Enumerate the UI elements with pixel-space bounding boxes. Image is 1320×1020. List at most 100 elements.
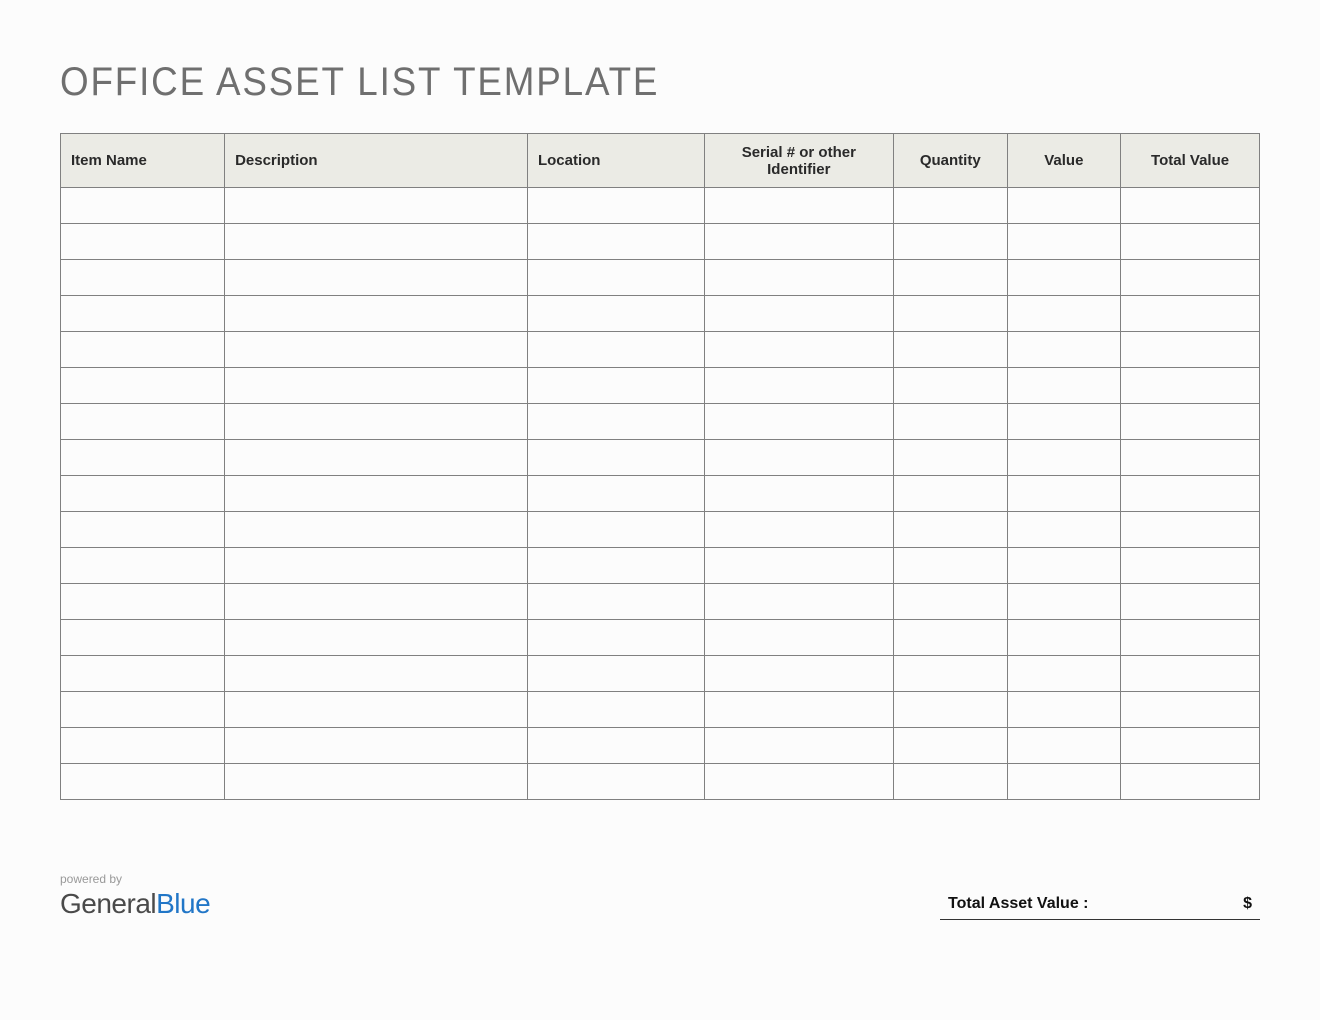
table-cell[interactable] [1007,620,1121,656]
table-cell[interactable] [61,260,225,296]
table-cell[interactable] [527,476,704,512]
table-cell[interactable] [1007,296,1121,332]
table-cell[interactable] [704,260,893,296]
table-cell[interactable] [893,440,1007,476]
table-cell[interactable] [893,548,1007,584]
table-cell[interactable] [893,728,1007,764]
table-cell[interactable] [893,656,1007,692]
table-cell[interactable] [527,368,704,404]
table-cell[interactable] [1121,692,1260,728]
table-cell[interactable] [225,368,528,404]
table-cell[interactable] [1007,404,1121,440]
table-cell[interactable] [1121,224,1260,260]
table-cell[interactable] [527,296,704,332]
table-cell[interactable] [1121,404,1260,440]
table-cell[interactable] [527,512,704,548]
table-cell[interactable] [225,404,528,440]
table-cell[interactable] [61,296,225,332]
table-cell[interactable] [893,620,1007,656]
table-cell[interactable] [893,404,1007,440]
table-cell[interactable] [704,476,893,512]
table-cell[interactable] [527,188,704,224]
table-cell[interactable] [1121,548,1260,584]
table-cell[interactable] [225,620,528,656]
table-cell[interactable] [1121,512,1260,548]
table-cell[interactable] [1121,368,1260,404]
table-cell[interactable] [61,764,225,800]
table-cell[interactable] [61,476,225,512]
table-cell[interactable] [1121,656,1260,692]
table-cell[interactable] [527,260,704,296]
table-cell[interactable] [225,548,528,584]
table-cell[interactable] [1121,584,1260,620]
table-cell[interactable] [225,188,528,224]
table-cell[interactable] [1121,440,1260,476]
table-cell[interactable] [1007,476,1121,512]
table-cell[interactable] [893,260,1007,296]
table-cell[interactable] [1007,224,1121,260]
table-cell[interactable] [893,764,1007,800]
table-cell[interactable] [527,440,704,476]
table-cell[interactable] [893,368,1007,404]
table-cell[interactable] [1007,332,1121,368]
table-cell[interactable] [61,332,225,368]
table-cell[interactable] [61,548,225,584]
table-cell[interactable] [893,296,1007,332]
table-cell[interactable] [1007,440,1121,476]
table-cell[interactable] [704,404,893,440]
table-cell[interactable] [704,224,893,260]
table-cell[interactable] [893,692,1007,728]
table-cell[interactable] [527,692,704,728]
table-cell[interactable] [1007,692,1121,728]
table-cell[interactable] [1007,512,1121,548]
table-cell[interactable] [704,584,893,620]
table-cell[interactable] [1007,188,1121,224]
table-cell[interactable] [1007,260,1121,296]
table-cell[interactable] [1007,656,1121,692]
table-cell[interactable] [61,728,225,764]
table-cell[interactable] [704,368,893,404]
table-cell[interactable] [1121,476,1260,512]
table-cell[interactable] [704,512,893,548]
table-cell[interactable] [61,692,225,728]
table-cell[interactable] [225,440,528,476]
table-cell[interactable] [893,476,1007,512]
table-cell[interactable] [704,548,893,584]
table-cell[interactable] [225,512,528,548]
table-cell[interactable] [527,548,704,584]
table-cell[interactable] [225,728,528,764]
table-cell[interactable] [61,620,225,656]
table-cell[interactable] [61,224,225,260]
table-cell[interactable] [893,512,1007,548]
table-cell[interactable] [61,188,225,224]
table-cell[interactable] [225,764,528,800]
table-cell[interactable] [893,224,1007,260]
table-cell[interactable] [527,584,704,620]
table-cell[interactable] [225,476,528,512]
table-cell[interactable] [1121,728,1260,764]
table-cell[interactable] [704,764,893,800]
table-cell[interactable] [704,440,893,476]
table-cell[interactable] [704,332,893,368]
table-cell[interactable] [61,656,225,692]
table-cell[interactable] [225,224,528,260]
table-cell[interactable] [1121,296,1260,332]
table-cell[interactable] [225,296,528,332]
table-cell[interactable] [61,440,225,476]
table-cell[interactable] [225,260,528,296]
table-cell[interactable] [61,584,225,620]
table-cell[interactable] [527,656,704,692]
table-cell[interactable] [527,332,704,368]
table-cell[interactable] [1121,620,1260,656]
table-cell[interactable] [893,332,1007,368]
table-cell[interactable] [893,584,1007,620]
table-cell[interactable] [704,692,893,728]
table-cell[interactable] [1121,332,1260,368]
table-cell[interactable] [893,188,1007,224]
table-cell[interactable] [704,620,893,656]
table-cell[interactable] [527,620,704,656]
table-cell[interactable] [1121,260,1260,296]
table-cell[interactable] [1007,368,1121,404]
table-cell[interactable] [61,512,225,548]
table-cell[interactable] [225,332,528,368]
